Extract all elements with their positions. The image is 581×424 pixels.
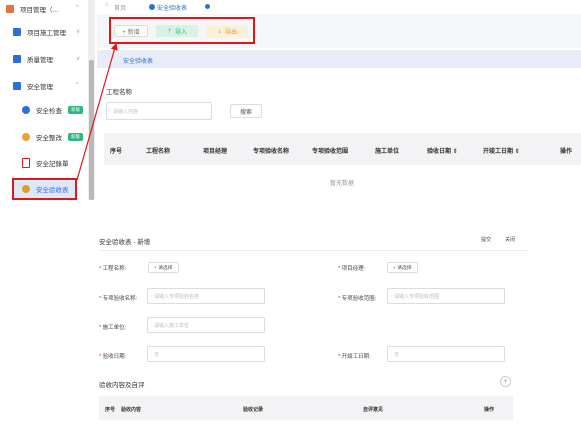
close-button[interactable]: 关闭 xyxy=(500,234,520,244)
subcol-opinion: 自评意见 xyxy=(363,407,384,413)
special-scope-placeholder: 请输入专项验收范围 xyxy=(394,293,440,300)
contractor-input[interactable]: 请输入施工单位 xyxy=(147,317,265,333)
annotation-arrow xyxy=(76,42,118,181)
project-name-label: * 工程名称: xyxy=(99,266,127,272)
special-scope-label: * 专项验收范围: xyxy=(338,296,377,302)
start-date-label: * 开竣工日期: xyxy=(338,354,371,360)
start-date-input[interactable]: 日 xyxy=(387,346,505,362)
subcol-actions: 操作 xyxy=(484,407,495,413)
submit-button[interactable]: 提交 xyxy=(476,234,496,244)
contractor-label: * 施工单位: xyxy=(99,325,127,331)
special-name-label: * 专项验收名称: xyxy=(99,296,138,302)
form-title: 安全验收表 - 新增 xyxy=(99,239,151,246)
calendar-icon: 日 xyxy=(394,351,400,358)
accept-date-input[interactable]: 日 xyxy=(147,346,265,362)
plus-icon: + xyxy=(503,378,508,385)
contractor-placeholder: 请输入施工单位 xyxy=(154,322,190,329)
subcol-content: 验收内容 xyxy=(121,407,142,413)
calendar-icon: 日 xyxy=(154,351,160,358)
form-divider xyxy=(99,250,529,251)
add-row-button[interactable]: + xyxy=(500,376,511,387)
special-scope-input[interactable]: 请输入专项验收范围 xyxy=(387,288,505,304)
project-manager-label: * 项目经理: xyxy=(338,266,366,272)
special-name-input[interactable]: 请输入专项验收名称 xyxy=(147,288,265,304)
special-name-placeholder: 请输入专项验收名称 xyxy=(154,293,200,300)
project-manager-select[interactable]: + 请选择 xyxy=(387,262,418,273)
subcol-record: 验收记录 xyxy=(243,407,264,413)
subtable-header xyxy=(99,396,513,420)
project-name-select[interactable]: + 请选择 xyxy=(148,262,179,273)
accept-date-label: * 验收日期: xyxy=(99,354,127,360)
section-title: 验收内容及自评 xyxy=(99,382,145,389)
subcol-index: 序号 xyxy=(105,407,116,413)
